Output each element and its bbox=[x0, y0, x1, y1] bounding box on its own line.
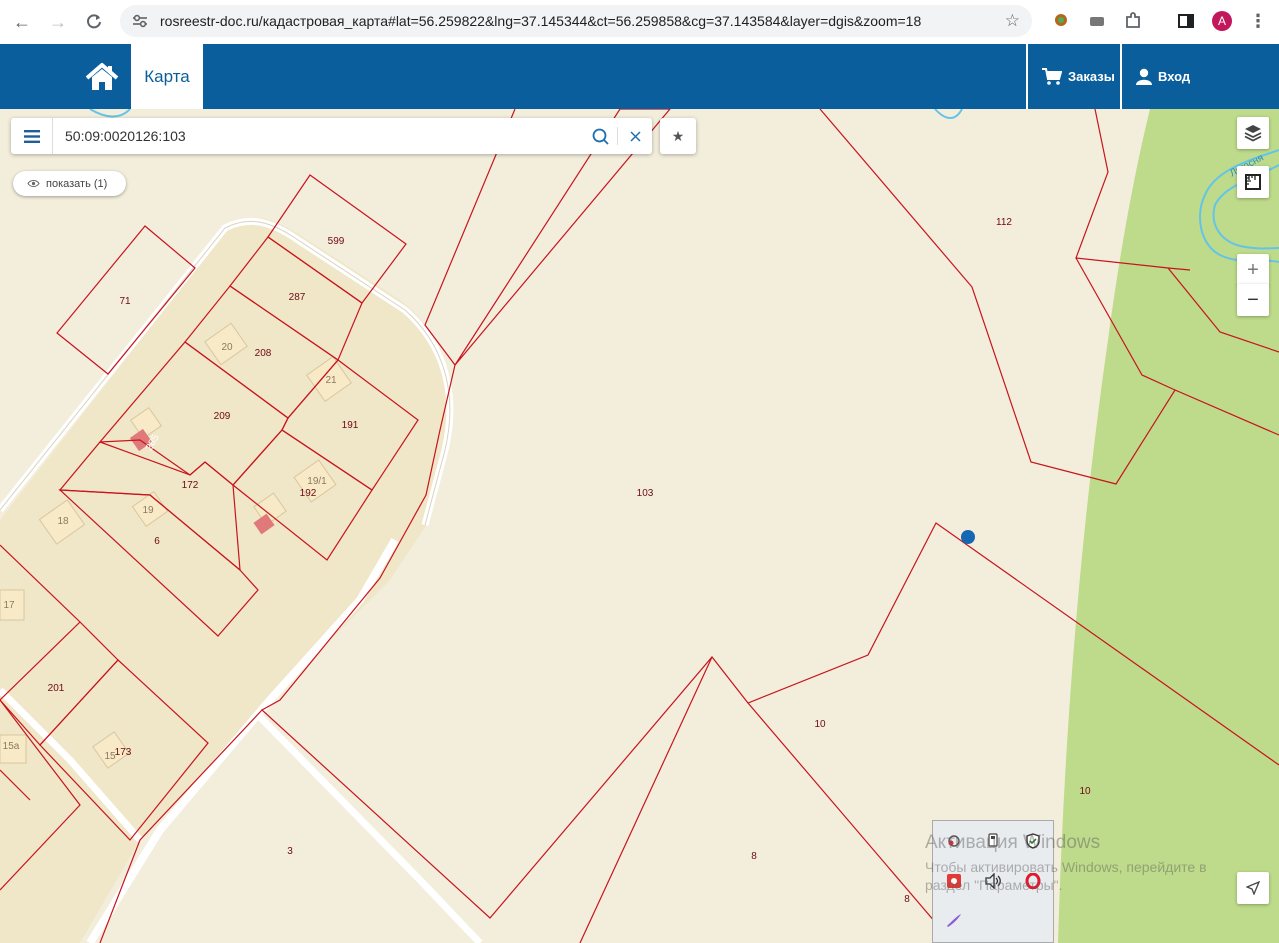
parcel-label-8: 8 bbox=[751, 851, 757, 862]
clear-icon[interactable] bbox=[618, 118, 652, 154]
orders-button[interactable]: Заказы bbox=[1026, 44, 1120, 109]
house-label-19: 19 bbox=[142, 505, 154, 516]
cart-icon bbox=[1042, 68, 1062, 85]
house-label-15a: 15а bbox=[3, 741, 20, 752]
browser-toolbar: ← → rosreestr-doc.ru/кадастровая_карта#l… bbox=[0, 0, 1279, 44]
parcel-label-6: 6 bbox=[154, 536, 160, 547]
eye-icon bbox=[27, 180, 40, 187]
parcel-label-201: 201 bbox=[48, 683, 65, 694]
zoom-out-button[interactable]: − bbox=[1237, 284, 1269, 316]
profile-avatar[interactable]: A bbox=[1208, 7, 1236, 35]
layers-icon[interactable] bbox=[1237, 117, 1269, 149]
bookmark-star-icon[interactable]: ☆ bbox=[1005, 11, 1020, 31]
parcel-label-103: 103 bbox=[637, 488, 654, 499]
village-area bbox=[0, 217, 452, 943]
extension-icon[interactable] bbox=[1047, 7, 1075, 35]
parcel-label-10-forest: 10 bbox=[1079, 786, 1091, 797]
url-text: rosreestr-doc.ru/кадастровая_карта#lat=5… bbox=[160, 13, 922, 29]
watermark-line2: раздел "Параметры". bbox=[925, 877, 1063, 893]
geolocation-icon[interactable] bbox=[1237, 872, 1269, 904]
login-button[interactable]: Вход bbox=[1120, 44, 1279, 109]
location-marker[interactable] bbox=[961, 530, 975, 544]
site-header: Карта Заказы Вход bbox=[0, 44, 1279, 109]
extension-shield-icon[interactable] bbox=[1083, 7, 1111, 35]
site-info-icon[interactable] bbox=[130, 11, 150, 31]
windows-activation-watermark: Активация Windows Чтобы активировать Win… bbox=[925, 832, 1207, 894]
forward-icon[interactable]: → bbox=[41, 5, 75, 39]
back-icon[interactable]: ← bbox=[5, 5, 39, 39]
house-label-21: 21 bbox=[325, 375, 337, 386]
parcel-label-173: 173 bbox=[115, 747, 132, 758]
parcel-label-71: 71 bbox=[119, 296, 131, 307]
user-icon bbox=[1136, 68, 1152, 85]
side-panel-icon[interactable] bbox=[1172, 7, 1200, 35]
road-side bbox=[252, 709, 483, 943]
parcel-label-191: 191 bbox=[342, 420, 359, 431]
ruler-icon[interactable] bbox=[1237, 166, 1269, 198]
address-bar[interactable]: rosreestr-doc.ru/кадастровая_карта#lat=5… bbox=[120, 5, 1032, 37]
house-label-20: 20 bbox=[221, 342, 233, 353]
home-icon[interactable] bbox=[80, 44, 124, 109]
parcel-label-112: 112 bbox=[996, 217, 1012, 228]
forest-area bbox=[1058, 109, 1279, 943]
parcel-label-599: 599 bbox=[328, 236, 345, 247]
parcel-label-3: 3 bbox=[287, 846, 293, 857]
watermark-title: Активация Windows bbox=[925, 832, 1101, 853]
show-results-button[interactable]: показать (1) bbox=[13, 171, 126, 196]
browser-menu-icon[interactable]: ⋮ bbox=[1244, 7, 1272, 35]
extensions-puzzle-icon[interactable] bbox=[1119, 7, 1147, 35]
show-results-label: показать (1) bbox=[46, 177, 108, 190]
menu-icon[interactable] bbox=[11, 118, 53, 154]
parcel-label-287: 287 bbox=[289, 292, 306, 303]
tray-pen-icon[interactable] bbox=[943, 909, 965, 931]
house-label-18: 18 bbox=[57, 516, 69, 527]
parcel-label-192: 192 bbox=[300, 488, 317, 499]
tab-map[interactable]: Карта bbox=[131, 44, 203, 109]
search-input[interactable]: 50:09:0020126:103 bbox=[65, 128, 583, 144]
house-label-19-1: 19/1 bbox=[307, 476, 327, 487]
search-icon[interactable] bbox=[583, 118, 617, 154]
parcel-label-10: 10 bbox=[814, 719, 826, 730]
parcel-label-208: 208 bbox=[255, 348, 272, 359]
parcel-label-8-right: 8 bbox=[904, 894, 910, 905]
search-panel: 50:09:0020126:103 bbox=[11, 118, 652, 154]
reload-icon[interactable] bbox=[77, 5, 111, 39]
orders-label: Заказы bbox=[1068, 69, 1115, 84]
watermark-line1: Чтобы активировать Windows, перейдите в bbox=[925, 859, 1207, 875]
cadastral-map[interactable]: Лугосня bbox=[0, 109, 1279, 943]
stream-left bbox=[89, 109, 131, 118]
parcel-label-172: 172 bbox=[182, 480, 199, 491]
parcel-label-209: 209 bbox=[214, 411, 231, 422]
login-label: Вход bbox=[1158, 69, 1191, 84]
house-label-17: 17 bbox=[3, 600, 15, 611]
favorites-star-icon[interactable]: ★ bbox=[660, 118, 696, 154]
zoom-in-button[interactable]: + bbox=[1237, 254, 1269, 286]
map-canvas[interactable]: Лугосня bbox=[0, 109, 1279, 943]
stream-right bbox=[934, 109, 963, 119]
